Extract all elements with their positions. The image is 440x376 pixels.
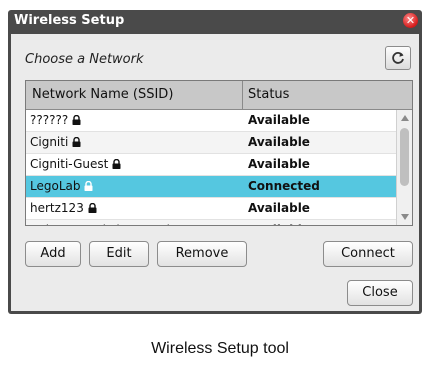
table-row[interactable]: hertz123 Available	[26, 198, 396, 220]
network-name: Cigniti	[30, 132, 81, 153]
network-name-text: LegoLab	[30, 179, 81, 193]
scrollbar-thumb[interactable]	[400, 128, 409, 186]
table-row[interactable]: Coherent_Wi-Fi Network 3 Available	[26, 220, 396, 225]
table-row[interactable]: ?????? Available	[26, 110, 396, 132]
network-table: Network Name (SSID) Status ?????? Availab…	[25, 80, 413, 226]
scroll-up-icon[interactable]	[400, 114, 410, 122]
lock-icon	[72, 137, 81, 147]
vertical-scrollbar[interactable]	[396, 110, 412, 225]
network-name: LegoLab	[30, 176, 93, 197]
lock-icon	[72, 115, 81, 125]
close-button[interactable]: Close	[347, 280, 413, 306]
network-status: Available	[248, 220, 310, 225]
figure-caption: Wireless Setup tool	[151, 340, 289, 357]
network-status: Available	[248, 201, 310, 215]
table-row[interactable]: Cigniti-Guest Available	[26, 154, 396, 176]
table-row[interactable]: LegoLab Connected	[26, 176, 396, 198]
lock-icon	[112, 159, 121, 169]
network-name-text: Coherent_Wi-Fi Network 3	[30, 223, 185, 225]
close-window-icon[interactable]: ✕	[403, 13, 418, 28]
network-status: Available	[248, 135, 310, 149]
column-header-ssid[interactable]: Network Name (SSID)	[32, 81, 238, 109]
lock-icon	[84, 181, 93, 191]
network-list: ?????? Available Cigniti Available Cigniti-G…	[26, 110, 396, 225]
network-name-text: hertz123	[30, 201, 84, 215]
refresh-button[interactable]	[385, 46, 411, 70]
table-header: Network Name (SSID) Status	[26, 81, 412, 110]
network-name: ??????	[30, 110, 81, 131]
network-name: hertz123	[30, 198, 97, 219]
network-name: Coherent_Wi-Fi Network 3	[30, 220, 198, 225]
column-header-status[interactable]: Status	[248, 81, 289, 109]
refresh-icon	[392, 52, 404, 64]
column-divider	[242, 81, 243, 109]
connect-button[interactable]: Connect	[323, 241, 413, 267]
network-name-text: Cigniti-Guest	[30, 157, 109, 171]
network-name-text: ??????	[30, 113, 69, 127]
section-heading: Choose a Network	[25, 52, 144, 67]
dialog-body: Choose a Network Network Name (SSID) Sta…	[11, 34, 419, 311]
network-status: Connected	[248, 179, 320, 193]
network-name-text: Cigniti	[30, 135, 69, 149]
network-status: Available	[248, 157, 310, 171]
add-button[interactable]: Add	[25, 241, 81, 267]
edit-button[interactable]: Edit	[89, 241, 149, 267]
network-status: Available	[248, 113, 310, 127]
network-name: Cigniti-Guest	[30, 154, 121, 175]
wireless-setup-window: Wireless Setup ✕ Choose a Network Networ…	[8, 10, 422, 314]
lock-icon	[88, 203, 97, 213]
title-bar[interactable]: Wireless Setup ✕	[8, 10, 422, 32]
table-row[interactable]: Cigniti Available	[26, 132, 396, 154]
remove-button[interactable]: Remove	[157, 241, 247, 267]
scroll-down-icon[interactable]	[400, 213, 410, 221]
window-title: Wireless Setup	[14, 13, 125, 28]
